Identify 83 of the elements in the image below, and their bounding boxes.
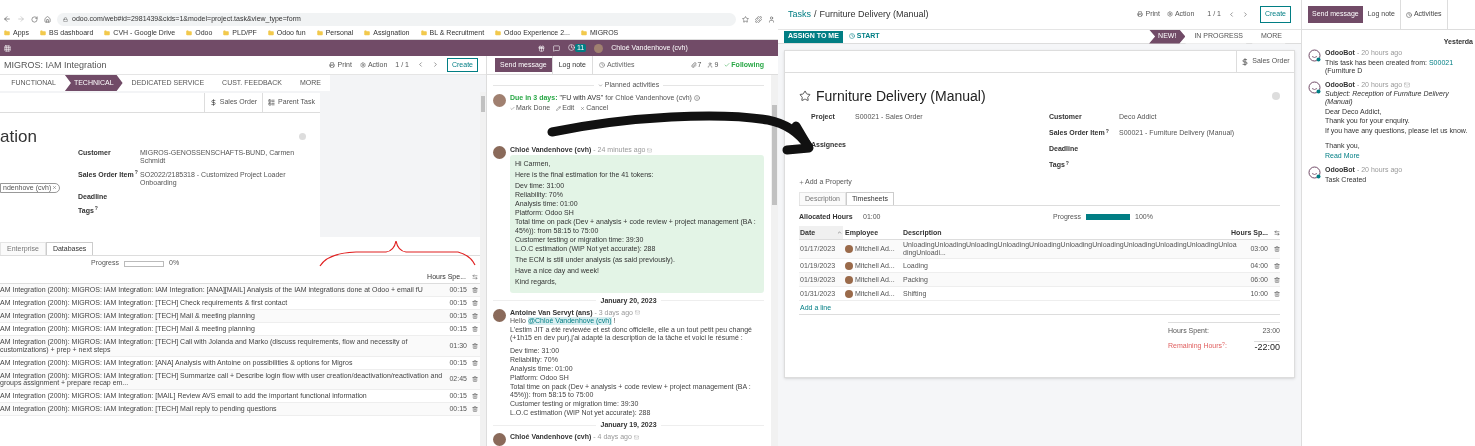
- caret-icon: [597, 82, 603, 88]
- clock-icon: [1405, 11, 1412, 18]
- avatar: [493, 308, 506, 322]
- paperclip-icon: [690, 62, 697, 68]
- clock-icon: [598, 62, 605, 68]
- breadcrumb: Furniture Delivery (Manual): [819, 9, 929, 20]
- pencil-icon: [556, 105, 562, 111]
- folder-icon[interactable]: [104, 30, 111, 36]
- folder-icon[interactable]: [580, 30, 587, 36]
- extensions-icon[interactable]: [755, 15, 762, 23]
- column-toggle-icon[interactable]: [472, 274, 478, 280]
- avatar: [493, 94, 506, 108]
- folder-icon[interactable]: [223, 30, 230, 36]
- delete-icon[interactable]: [1274, 246, 1280, 253]
- profile-icon[interactable]: [768, 15, 775, 23]
- envelope-icon: [647, 147, 653, 153]
- apps-menu-icon[interactable]: [4, 44, 11, 52]
- task-title: ation: [0, 127, 37, 147]
- folder-icon[interactable]: [39, 30, 46, 36]
- folder-icon[interactable]: [495, 30, 502, 36]
- gift-icon[interactable]: [538, 44, 545, 52]
- person-icon: [707, 62, 714, 68]
- dollar-icon: [1241, 57, 1250, 66]
- settings-icon: [359, 62, 366, 68]
- printer-icon: [329, 62, 336, 68]
- bot-avatar-icon: [1308, 166, 1321, 180]
- forward-icon[interactable]: [17, 15, 25, 23]
- breadcrumb-separator: /: [814, 9, 817, 20]
- previous-icon[interactable]: [1228, 11, 1235, 18]
- breadcrumb-link[interactable]: Tasks: [788, 9, 811, 20]
- envelope-icon: [635, 310, 640, 316]
- home-icon[interactable]: [44, 15, 51, 23]
- list-icon: [268, 99, 276, 106]
- bot-avatar-icon: [1308, 80, 1321, 94]
- bot-avatar-icon: [1308, 49, 1321, 63]
- folder-icon[interactable]: [420, 30, 427, 36]
- delete-icon[interactable]: [1274, 290, 1280, 297]
- delete-icon[interactable]: [472, 376, 478, 383]
- close-icon: [580, 105, 586, 111]
- plus-icon: [799, 179, 804, 185]
- check-icon: [724, 62, 731, 68]
- avatar: [594, 43, 604, 53]
- printer-icon: [1137, 11, 1144, 18]
- delete-icon[interactable]: [472, 287, 478, 293]
- avatar: [493, 433, 506, 446]
- settings-icon: [1166, 11, 1173, 18]
- previous-icon[interactable]: [417, 61, 424, 69]
- messages-icon[interactable]: [553, 44, 560, 52]
- total-value: -22:00: [1254, 340, 1280, 352]
- breadcrumb: MIGROS: IAM Integration: [4, 59, 107, 71]
- sort-caret-icon: [837, 230, 842, 236]
- delete-icon[interactable]: [1274, 262, 1280, 269]
- delete-icon[interactable]: [472, 342, 478, 349]
- folder-icon[interactable]: [4, 30, 10, 36]
- envelope-icon: [633, 434, 639, 440]
- task-title: Furniture Delivery (Manual): [816, 88, 987, 105]
- lock-icon: [63, 16, 68, 22]
- delete-icon[interactable]: [472, 359, 478, 366]
- next-icon[interactable]: [432, 61, 439, 69]
- folder-icon[interactable]: [267, 30, 274, 36]
- delete-icon[interactable]: [472, 313, 478, 320]
- delete-icon[interactable]: [472, 406, 478, 413]
- check-icon: [510, 105, 515, 111]
- remove-icon[interactable]: [52, 185, 58, 191]
- delete-icon[interactable]: [472, 300, 478, 307]
- dollar-icon: [209, 99, 217, 106]
- folder-icon[interactable]: [316, 30, 323, 36]
- delete-icon[interactable]: [472, 326, 478, 333]
- delete-icon[interactable]: [1274, 276, 1280, 283]
- next-icon[interactable]: [1242, 11, 1249, 18]
- bookmark-star-icon[interactable]: [742, 15, 749, 23]
- column-toggle-icon[interactable]: [1274, 229, 1280, 236]
- favorite-star-icon[interactable]: [799, 90, 811, 103]
- folder-icon[interactable]: [364, 30, 371, 36]
- folder-icon[interactable]: [186, 30, 193, 36]
- delete-icon[interactable]: [472, 393, 478, 399]
- envelope-icon: [1404, 81, 1411, 88]
- info-icon[interactable]: [693, 95, 700, 102]
- back-icon[interactable]: [3, 15, 11, 23]
- avatar: [493, 146, 506, 160]
- reload-icon[interactable]: [31, 15, 38, 23]
- activity-icon[interactable]: [568, 44, 575, 52]
- clock-icon: [848, 33, 855, 40]
